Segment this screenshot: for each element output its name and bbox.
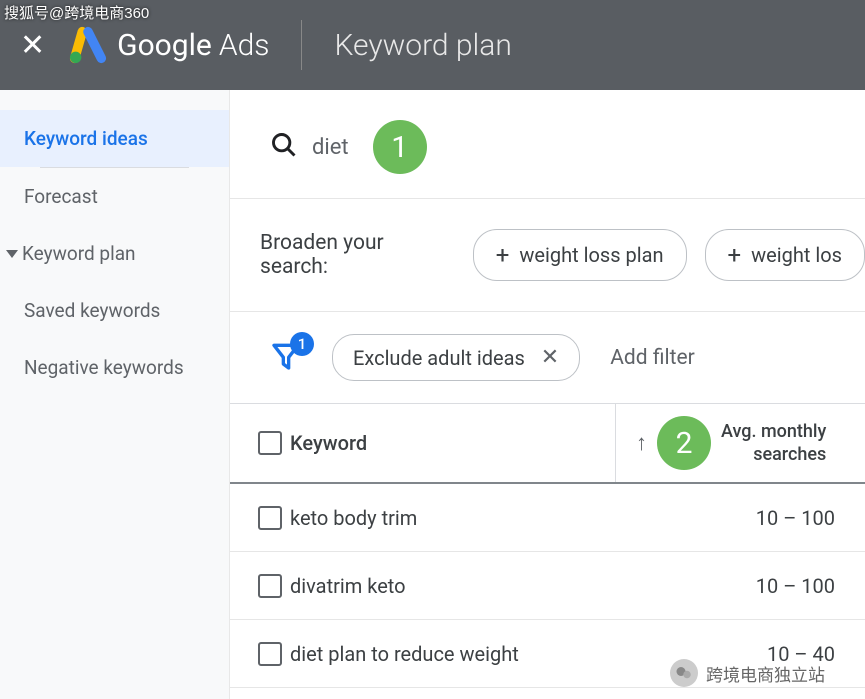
remove-filter-icon[interactable]: ✕ bbox=[541, 345, 559, 370]
row-checkbox[interactable] bbox=[258, 506, 282, 530]
google-ads-logo: Google Ads bbox=[69, 26, 269, 64]
add-filter-button[interactable]: Add filter bbox=[610, 346, 694, 370]
sidebar-item-negative-keywords[interactable]: Negative keywords bbox=[0, 339, 229, 396]
annotation-badge-2: 2 bbox=[657, 416, 711, 470]
select-all-checkbox[interactable] bbox=[258, 431, 282, 455]
annotation-badge-1: 1 bbox=[373, 120, 427, 174]
column-header-keyword[interactable]: Keyword bbox=[290, 409, 615, 477]
filter-chip-exclude-adult[interactable]: Exclude adult ideas ✕ bbox=[332, 334, 580, 381]
page-title: Keyword plan bbox=[334, 28, 511, 63]
broaden-chip-weight-loss[interactable]: + weight los bbox=[705, 229, 865, 281]
chip-label: weight los bbox=[751, 243, 842, 267]
broaden-chip-weight-loss-plan[interactable]: + weight loss plan bbox=[473, 229, 687, 281]
cell-keyword: keto body trim bbox=[290, 506, 615, 530]
search-bar[interactable]: diet 1 bbox=[230, 90, 865, 199]
table-header: Keyword ↑ 2 Avg. monthly searches bbox=[230, 403, 865, 484]
plus-icon: + bbox=[496, 241, 510, 269]
column-header-searches[interactable]: ↑ 2 Avg. monthly searches bbox=[615, 404, 865, 482]
ads-logo-icon bbox=[69, 26, 107, 64]
sidebar-item-saved-keywords[interactable]: Saved keywords bbox=[0, 282, 229, 339]
search-input[interactable]: diet bbox=[312, 135, 349, 160]
cell-keyword: divatrim keto bbox=[290, 574, 615, 598]
sidebar-item-forecast[interactable]: Forecast bbox=[0, 168, 229, 225]
plus-icon: + bbox=[728, 241, 742, 269]
cell-keyword: diet plan to reduce weight bbox=[290, 642, 615, 666]
sidebar: Keyword ideas Forecast Keyword plan Save… bbox=[0, 90, 229, 699]
chevron-down-icon bbox=[6, 250, 18, 258]
col-label-line1: Avg. monthly bbox=[721, 420, 826, 443]
main-content: diet 1 Broaden your search: + weight los… bbox=[229, 90, 865, 699]
sidebar-item-keyword-plan[interactable]: Keyword plan bbox=[0, 225, 229, 282]
watermark-bottom: 跨境电商独立站 bbox=[670, 659, 825, 687]
sort-ascending-icon: ↑ bbox=[636, 430, 647, 456]
table-row[interactable]: keto body trim 10 – 100 bbox=[230, 484, 865, 552]
filter-row: 1 Exclude adult ideas ✕ Add filter bbox=[230, 312, 865, 403]
cell-searches: 10 – 100 bbox=[615, 574, 865, 598]
sidebar-item-label: Keyword plan bbox=[22, 242, 136, 265]
close-icon[interactable]: ✕ bbox=[20, 28, 45, 63]
row-checkbox[interactable] bbox=[258, 574, 282, 598]
brand-google: Google bbox=[117, 28, 212, 63]
brand-ads: Ads bbox=[219, 28, 270, 63]
broaden-label: Broaden your search: bbox=[260, 231, 455, 279]
filter-chip-label: Exclude adult ideas bbox=[353, 346, 525, 370]
filter-count-badge: 1 bbox=[290, 332, 314, 356]
wechat-icon bbox=[670, 659, 698, 687]
cell-searches: 10 – 100 bbox=[615, 506, 865, 530]
table-row[interactable]: divatrim keto 10 – 100 bbox=[230, 552, 865, 620]
broaden-search-row: Broaden your search: + weight loss plan … bbox=[230, 199, 865, 312]
col-label-line2: searches bbox=[721, 443, 826, 466]
sidebar-item-keyword-ideas[interactable]: Keyword ideas bbox=[0, 110, 229, 167]
row-checkbox[interactable] bbox=[258, 642, 282, 666]
header-divider bbox=[301, 20, 302, 70]
search-icon bbox=[270, 131, 298, 163]
watermark-top: 搜狐号@跨境电商360 bbox=[4, 2, 149, 23]
chip-label: weight loss plan bbox=[519, 243, 663, 267]
filter-funnel-button[interactable]: 1 bbox=[270, 340, 302, 376]
